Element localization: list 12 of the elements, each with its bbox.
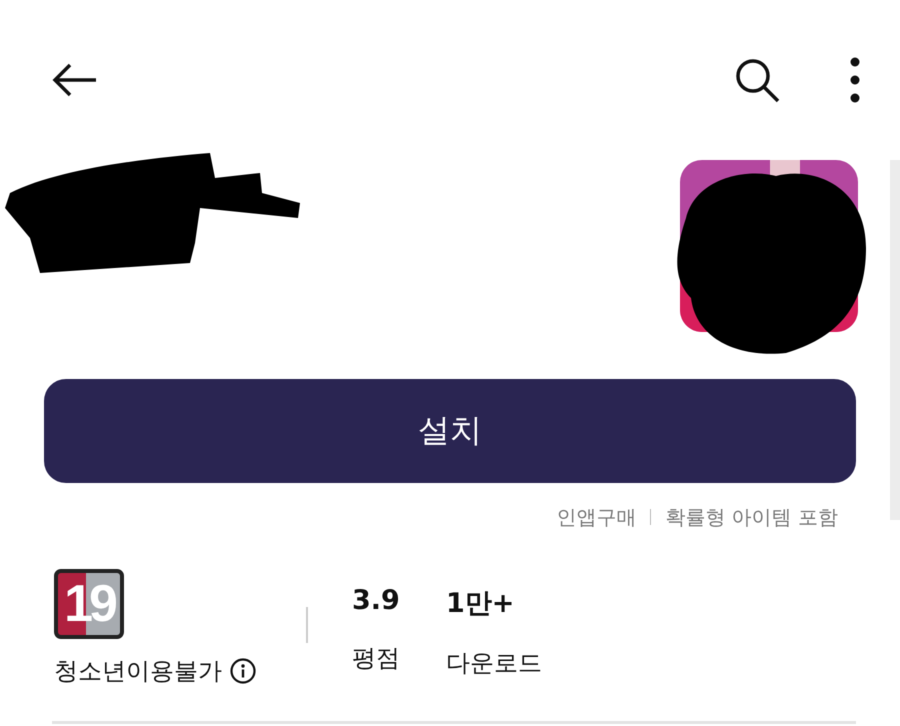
- info-icon[interactable]: [230, 658, 256, 684]
- install-button[interactable]: 설치: [44, 379, 856, 483]
- search-icon[interactable]: [734, 57, 780, 103]
- purchase-note: 인앱구매: [556, 504, 636, 530]
- purchase-note: 확률형 아이템 포함: [665, 504, 838, 530]
- back-arrow-icon[interactable]: [52, 63, 98, 97]
- rating-label: 청소년이용불가: [54, 656, 222, 687]
- stat-label: 평점: [352, 643, 400, 674]
- more-options-icon[interactable]: [850, 57, 860, 103]
- stat-value: 3.9: [352, 584, 400, 616]
- stat-label: 다운로드: [446, 648, 542, 679]
- stat-value: 1만+: [446, 587, 516, 621]
